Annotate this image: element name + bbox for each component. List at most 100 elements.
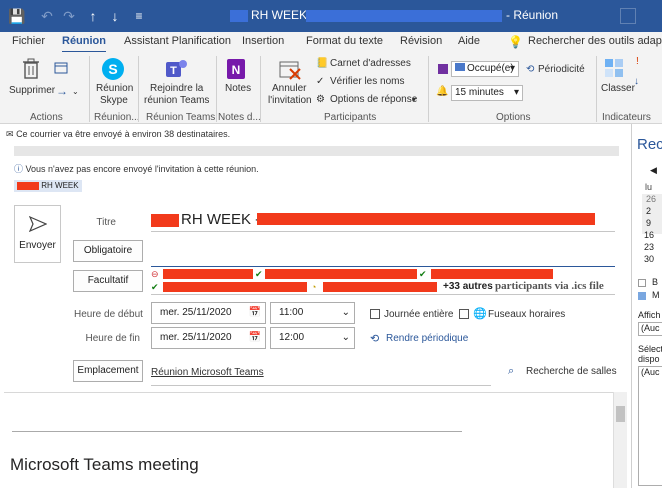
skype-meeting-button-line2[interactable]: Skype [100,95,128,106]
options-group-label: Options [496,112,531,123]
tab-review[interactable]: Révision [400,35,442,47]
tags-group-label: Indicateurs [602,112,651,123]
skype-icon[interactable]: S [101,57,125,84]
time-zones-checkbox[interactable] [459,309,469,319]
recurrence-button[interactable]: Périodicité [538,64,585,75]
tab-file[interactable]: Fichier [12,35,45,47]
title-label: Titre [96,217,116,228]
room-list-dropdown[interactable]: (Auc [638,322,662,336]
room-list[interactable]: (Auc [638,366,662,486]
chevron-down-icon[interactable]: ▾ [412,95,416,104]
end-date-value: mer. 25/11/2020 [160,332,232,343]
svg-text:T: T [170,65,177,77]
calendar-small-icon[interactable] [54,62,68,77]
calendar-day[interactable]: 30 [644,254,654,264]
forward-arrow-icon[interactable]: → [56,84,68,98]
optional-attendees-button[interactable]: Facultatif [73,270,143,292]
notes-button[interactable]: Notes [225,83,251,94]
address-book-button[interactable]: Carnet d'adresses [330,58,411,69]
calendar-day[interactable]: 23 [644,242,654,252]
redo-icon[interactable]: ↷ [60,7,78,25]
recurrence-icon[interactable]: ⟲ [370,332,379,345]
trash-icon[interactable] [22,58,40,83]
required-attendees-button[interactable]: Obligatoire [73,240,143,262]
show-as-dropdown[interactable]: Occupé(e) ▾ [451,61,519,77]
calendar-day[interactable]: 9 [646,218,651,228]
chevron-down-icon: ⌄ [341,307,350,318]
available-rooms-label: dispo [638,354,660,364]
location-field[interactable]: Réunion Microsoft Teams [151,364,491,386]
previous-item-icon[interactable]: ↑ [84,7,102,25]
tab-format-text[interactable]: Format du texte [306,35,383,47]
cancel-invitation-button-line2[interactable]: l'invitation [268,95,312,106]
body-scrollbar[interactable] [613,392,627,488]
actions-group-label: Actions [30,112,63,123]
room-finder-icon[interactable]: ⌕ [508,365,514,378]
high-importance-icon[interactable]: ! [636,56,639,67]
reminder-dropdown[interactable]: 15 minutes ▾ [451,85,523,101]
join-teams-button-line2[interactable]: réunion Teams [144,95,209,106]
customize-qat-icon[interactable]: ≡ [130,7,148,25]
tab-meeting[interactable]: Réunion [62,35,106,53]
next-item-icon[interactable]: ↓ [106,7,124,25]
cancel-invitation-button[interactable]: Annuler [272,83,306,94]
redaction-block [257,213,595,225]
start-time-dropdown[interactable]: 11:00 ⌄ [270,302,355,324]
room-finder-button[interactable]: Recherche de salles [526,366,617,377]
search-tools-input[interactable]: Rechercher des outils adaptés [528,35,662,47]
calendar-icon[interactable]: 📅 [249,328,261,348]
onenote-icon[interactable]: N [224,57,248,84]
message-body[interactable]: Microsoft Teams meeting [4,392,626,488]
join-teams-button[interactable]: Rejoindre la [150,83,203,94]
tab-scheduling-assistant[interactable]: Assistant Planification [124,35,231,47]
teams-icon[interactable]: T [164,57,188,84]
send-button[interactable]: Envoyer [14,205,61,263]
cancel-invitation-icon[interactable] [278,57,302,84]
categorize-icon[interactable] [604,58,624,81]
skype-meeting-button[interactable]: Réunion [96,83,133,94]
location-button[interactable]: Emplacement [73,360,143,382]
make-recurring-link[interactable]: Rendre périodique [386,333,468,344]
title-field[interactable]: RH WEEK - E [151,210,615,232]
calendar-day[interactable]: 16 [644,230,654,240]
start-date-value: mer. 25/11/2020 [160,307,232,318]
end-time-dropdown[interactable]: 12:00 ⌄ [270,327,355,349]
start-date-picker[interactable]: mer. 25/11/2020 📅 [151,302,266,324]
chevron-down-icon[interactable]: ⌄ [72,87,79,96]
previous-month-icon[interactable]: ◀ [650,165,657,176]
redaction-block [265,269,417,279]
address-book-icon[interactable]: 📒 [316,58,328,69]
send-icon [15,215,60,235]
select-room-label: Sélect [638,344,662,354]
lightbulb-icon: 💡 [508,35,523,49]
chevron-down-icon: ⌄ [341,332,350,343]
calendar-day[interactable]: 26 [646,194,656,204]
low-importance-icon[interactable]: ↓ [634,76,639,87]
all-day-checkbox[interactable] [370,309,380,319]
end-date-picker[interactable]: mer. 25/11/2020 📅 [151,327,266,349]
category-tag[interactable]: RH WEEK [14,180,82,192]
tab-help[interactable]: Aide [458,35,480,47]
delete-button[interactable]: Supprimer [9,85,55,96]
tab-insert[interactable]: Insertion [242,35,284,47]
save-icon[interactable]: 💾 [8,7,26,25]
redaction-block [431,269,553,279]
recurrence-icon[interactable]: ⟲ [526,64,534,75]
ribbon-tabs: Fichier Réunion Assistant Planification … [0,32,662,53]
window-control-icon[interactable] [620,8,636,24]
end-time-label: Heure de fin [85,333,140,344]
location-value[interactable]: Réunion Microsoft Teams [151,367,264,378]
undo-icon[interactable]: ↶ [38,7,56,25]
categorize-button[interactable]: Classer [601,83,635,94]
check-names-icon[interactable]: ✓ [316,76,324,87]
response-options-icon[interactable]: ⚙ [316,94,325,105]
check-names-button[interactable]: Vérifier les noms [330,76,404,87]
optional-attendees-field[interactable]: ⊖ ✔ ✔ ✔ ◔ +33 autres participants via .i… [151,267,615,295]
pane-title: Rec [637,136,662,153]
response-options-button[interactable]: Options de réponse [330,94,417,105]
calendar-day[interactable]: 2 [646,206,651,216]
required-attendees-input[interactable] [151,242,615,267]
more-attendees-link[interactable]: +33 autres [443,281,493,292]
skype-group-label: Réunion... [94,112,140,123]
calendar-icon[interactable]: 📅 [249,303,261,323]
